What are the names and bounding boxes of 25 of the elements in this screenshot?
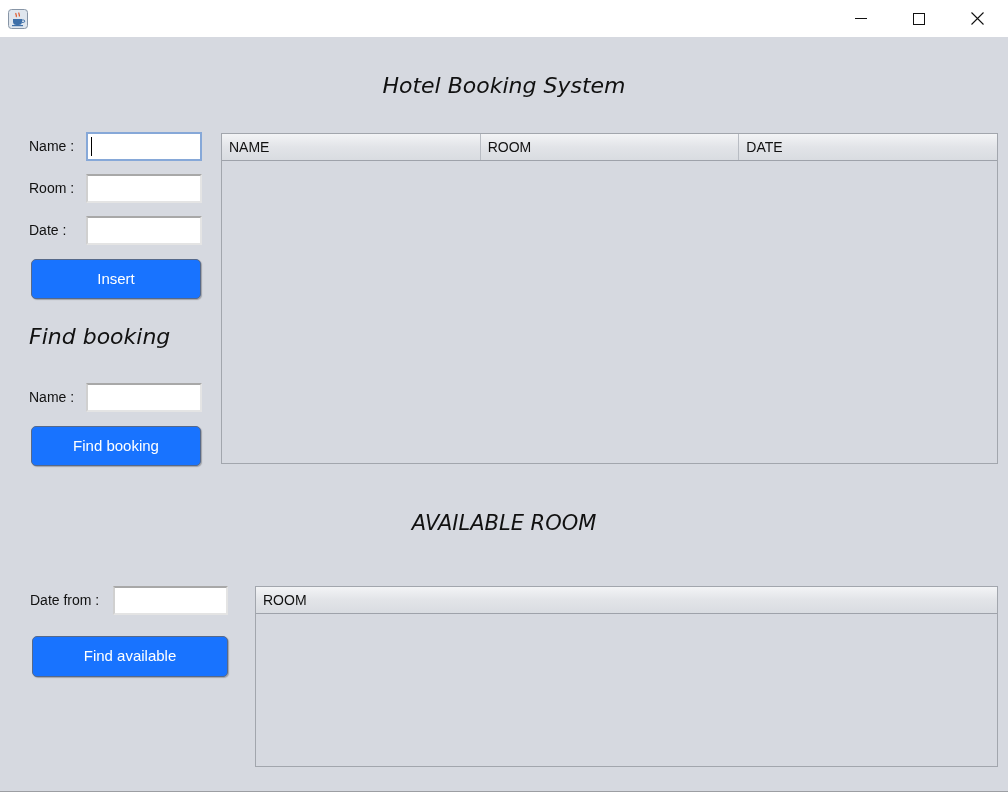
maximize-icon — [913, 12, 925, 25]
action-button[interactable]: Insert — [31, 259, 201, 299]
section-heading: AVAILABLE ROOM — [411, 510, 597, 537]
field-label: Name : — [29, 388, 76, 407]
close-icon — [970, 12, 984, 25]
app-title: Hotel Booking System — [382, 72, 626, 100]
input-field[interactable] — [86, 216, 202, 245]
field-label: Date from : — [30, 591, 101, 610]
coffee-cup-icon — [8, 8, 28, 29]
input-field[interactable] — [86, 132, 202, 161]
input-field[interactable] — [86, 383, 202, 412]
column-header[interactable]: NAME — [222, 134, 481, 160]
field-label: Date : — [29, 221, 68, 240]
field-label: Name : — [29, 137, 76, 156]
column-header[interactable]: ROOM — [256, 587, 997, 613]
input-field[interactable] — [113, 586, 228, 615]
column-header[interactable]: ROOM — [480, 134, 740, 160]
action-button[interactable]: Find booking — [31, 426, 201, 466]
field-label: Room : — [29, 179, 76, 198]
column-header[interactable]: DATE — [739, 134, 997, 160]
text-cursor — [91, 137, 92, 156]
action-button[interactable]: Find available — [32, 636, 228, 677]
input-field[interactable] — [86, 174, 202, 203]
minimize-icon — [855, 18, 867, 19]
section-heading: Find booking — [29, 323, 171, 351]
